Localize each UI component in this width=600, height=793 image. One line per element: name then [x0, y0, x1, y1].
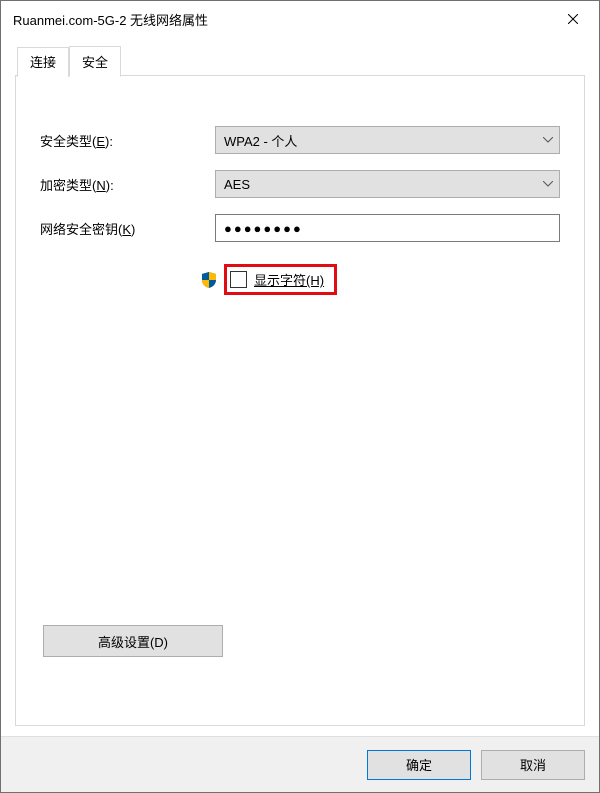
label-security-type: 安全类型(E):	[40, 131, 215, 150]
combo-encryption-type-value: AES	[224, 177, 250, 192]
highlight-show-characters: 显示字符(H)	[224, 264, 337, 295]
input-network-key-value: ●●●●●●●●	[224, 221, 303, 236]
tab-connect[interactable]: 连接	[17, 47, 69, 77]
combo-security-type-value: WPA2 - 个人	[224, 131, 297, 150]
window-title: Ruanmei.com-5G-2 无线网络属性	[13, 10, 550, 29]
row-show-characters: 显示字符(H)	[200, 264, 560, 295]
button-ok-label: 确定	[406, 755, 432, 774]
dialog-footer: 确定 取消	[1, 736, 599, 792]
label-show-characters: 显示字符(H)	[254, 270, 324, 289]
combo-encryption-type[interactable]: AES	[215, 170, 560, 198]
shield-icon	[200, 271, 218, 289]
dialog-window: Ruanmei.com-5G-2 无线网络属性 连接 安全 安全类型(E): W…	[0, 0, 600, 793]
button-cancel-label: 取消	[520, 755, 546, 774]
tab-panel-security: 安全类型(E): WPA2 - 个人 加密类型(N): AES	[15, 75, 585, 726]
close-button[interactable]	[550, 4, 595, 34]
titlebar: Ruanmei.com-5G-2 无线网络属性	[1, 1, 599, 37]
chevron-down-icon	[543, 179, 553, 190]
button-ok[interactable]: 确定	[367, 750, 471, 780]
button-advanced-settings-label: 高级设置(D)	[98, 632, 168, 651]
label-encryption-type: 加密类型(N):	[40, 175, 215, 194]
label-network-key: 网络安全密钥(K)	[40, 219, 215, 238]
combo-security-type[interactable]: WPA2 - 个人	[215, 126, 560, 154]
close-icon	[568, 14, 578, 24]
button-cancel[interactable]: 取消	[481, 750, 585, 780]
tab-security[interactable]: 安全	[69, 46, 121, 77]
chevron-down-icon	[543, 135, 553, 146]
dialog-body: 连接 安全 安全类型(E): WPA2 - 个人 加密类型(N):	[1, 37, 599, 736]
tabs-container: 连接 安全 安全类型(E): WPA2 - 个人 加密类型(N):	[15, 45, 585, 726]
input-network-key[interactable]: ●●●●●●●●	[215, 214, 560, 242]
tab-strip: 连接 安全	[17, 45, 585, 75]
checkbox-show-characters[interactable]	[230, 271, 247, 288]
row-security-type: 安全类型(E): WPA2 - 个人	[40, 126, 560, 154]
row-network-key: 网络安全密钥(K) ●●●●●●●●	[40, 214, 560, 242]
button-advanced-settings[interactable]: 高级设置(D)	[43, 625, 223, 657]
row-encryption-type: 加密类型(N): AES	[40, 170, 560, 198]
